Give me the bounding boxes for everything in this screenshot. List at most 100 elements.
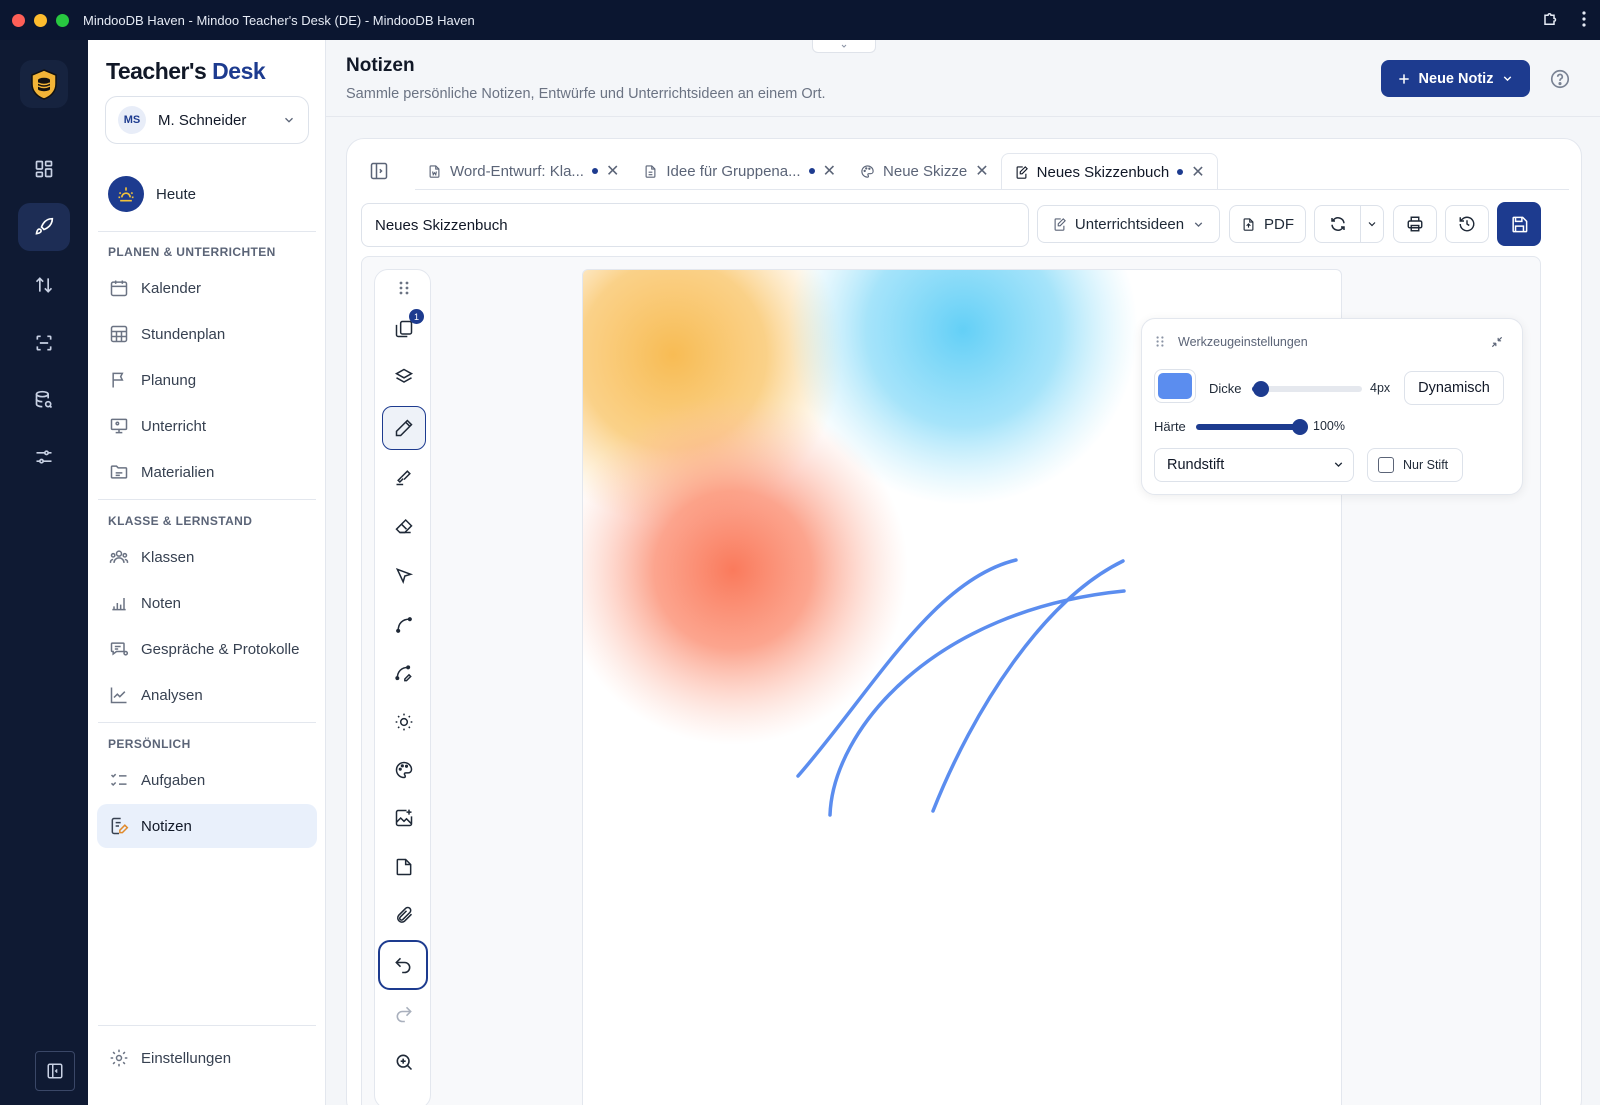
redo-button[interactable] — [382, 992, 426, 1036]
header-divider — [326, 116, 1600, 117]
sun-icon — [395, 713, 413, 731]
sidebar-item-conversations[interactable]: Gespräche & Protokolle — [97, 627, 317, 671]
sidebar-item-label: Klassen — [141, 548, 195, 566]
sidebar-item-lessons[interactable]: Unterricht — [97, 404, 317, 448]
drag-handle-icon[interactable] — [1156, 335, 1164, 353]
attach-tool[interactable] — [382, 893, 426, 937]
pdf-label: PDF — [1264, 215, 1294, 233]
sidebar-item-settings[interactable]: Einstellungen — [97, 1036, 317, 1080]
zoom-window-button[interactable] — [56, 13, 69, 27]
rocket-icon[interactable] — [18, 203, 70, 251]
pull-down-handle[interactable] — [812, 40, 876, 53]
database-search-icon[interactable] — [18, 376, 70, 424]
sunrise-icon — [108, 176, 144, 212]
bar-chart-icon — [112, 598, 126, 611]
layers-icon — [394, 368, 414, 383]
print-button[interactable] — [1393, 205, 1437, 243]
tab-new-sketchbook[interactable]: Neues Skizzenbuch ✕ — [1000, 153, 1218, 190]
page-title: Notizen — [346, 55, 415, 76]
help-icon[interactable] — [1549, 68, 1571, 90]
sync-options-button[interactable] — [1361, 206, 1383, 242]
extension-icon[interactable] — [1542, 10, 1560, 28]
plus-icon — [1398, 73, 1409, 84]
drag-handle-icon[interactable] — [382, 273, 426, 303]
close-tab-icon[interactable]: ✕ — [606, 161, 619, 181]
pen-tool[interactable] — [382, 406, 426, 450]
tool-settings-panel: Werkzeugeinstellungen Dicke 4px Dynamisc… — [1141, 318, 1523, 495]
pencil-icon — [395, 419, 413, 437]
sidebar-item-materials[interactable]: Materialien — [97, 450, 317, 494]
brush-select[interactable]: Rundstift — [1154, 448, 1354, 482]
sidebar-item-planning[interactable]: Planung — [97, 358, 317, 402]
note-name-input[interactable] — [361, 203, 1029, 247]
pen-only-checkbox[interactable]: Nur Stift — [1367, 448, 1463, 482]
app-rail — [0, 40, 88, 1105]
close-window-button[interactable] — [12, 13, 25, 27]
close-tab-icon[interactable]: ✕ — [1191, 162, 1204, 182]
title-bar: MindooDB Haven - Mindoo Teacher's Desk (… — [0, 0, 1600, 40]
category-select[interactable]: Unterrichtsideen — [1037, 205, 1220, 243]
sidebar-item-analytics[interactable]: Analysen — [97, 673, 317, 717]
tab-new-sketch[interactable]: Neue Skizze ✕ — [848, 153, 1001, 189]
collapse-sidebar-button[interactable] — [35, 1051, 75, 1091]
tab-group-idea[interactable]: Idee für Gruppena... ✕ — [631, 153, 848, 189]
layers-tool[interactable] — [382, 355, 426, 399]
timetable-icon — [110, 325, 128, 343]
checkbox-box[interactable] — [1378, 457, 1394, 473]
scan-icon[interactable] — [18, 319, 70, 367]
sidebar-item-today[interactable]: Heute — [108, 176, 196, 212]
pages-tool[interactable]: 1 — [382, 307, 426, 351]
toggle-panel-icon[interactable] — [369, 161, 389, 186]
sidebar-item-tasks[interactable]: Aufgaben — [97, 758, 317, 802]
history-button[interactable] — [1445, 205, 1489, 243]
pen-only-label: Nur Stift — [1403, 458, 1449, 472]
zoom-in-button[interactable] — [382, 1040, 426, 1084]
sidebar-item-notes[interactable]: Notizen — [97, 804, 317, 848]
document-icon — [645, 164, 656, 178]
sync-arrows-icon[interactable] — [18, 261, 70, 309]
thickness-slider[interactable] — [1252, 381, 1362, 397]
flag-icon — [112, 372, 124, 388]
minimize-icon[interactable] — [1490, 335, 1504, 354]
sidebar-item-timetable[interactable]: Stundenplan — [97, 312, 317, 356]
sidebar-item-label: Materialien — [141, 463, 215, 481]
thickness-knob[interactable] — [1252, 381, 1269, 397]
dynamic-button[interactable]: Dynamisch — [1404, 371, 1504, 405]
user-switcher[interactable]: MS M. Schneider — [105, 96, 309, 144]
save-button[interactable] — [1497, 202, 1541, 246]
new-note-button[interactable]: Neue Notiz — [1381, 60, 1530, 97]
hardness-slider[interactable] — [1196, 419, 1308, 435]
undo-button[interactable] — [378, 940, 428, 990]
sidebar-item-calendar[interactable]: Kalender — [97, 266, 317, 310]
settings-sliders-icon[interactable] — [18, 433, 70, 481]
sidebar-toggle-icon — [47, 1063, 63, 1079]
sidebar-item-label: Analysen — [141, 686, 203, 704]
close-tab-icon[interactable]: ✕ — [975, 161, 988, 181]
color-tool[interactable] — [382, 748, 426, 792]
curve-tool[interactable] — [382, 603, 426, 647]
close-tab-icon[interactable]: ✕ — [823, 161, 836, 181]
tabs-divider — [415, 189, 1569, 190]
eraser-tool[interactable] — [382, 503, 426, 547]
color-swatch[interactable] — [1154, 369, 1196, 403]
highlighter-tool[interactable] — [382, 455, 426, 499]
sidebar-item-classes[interactable]: Klassen — [97, 535, 317, 579]
calendar-icon — [110, 280, 128, 297]
curve-edit-tool[interactable] — [382, 652, 426, 696]
sidebar-item-label: Aufgaben — [141, 771, 206, 789]
more-menu-icon[interactable] — [1582, 11, 1586, 27]
highlighter-icon — [396, 470, 411, 486]
export-pdf-button[interactable]: PDF — [1229, 205, 1306, 243]
tab-word-draft[interactable]: Word-Entwurf: Kla... ✕ — [415, 153, 631, 189]
hardness-knob[interactable] — [1292, 419, 1308, 435]
minimize-window-button[interactable] — [34, 13, 47, 27]
dashboard-icon[interactable] — [18, 145, 70, 193]
sidebar-item-grades[interactable]: Noten — [97, 581, 317, 625]
insert-image-tool[interactable] — [382, 796, 426, 840]
sticky-note-tool[interactable] — [382, 845, 426, 889]
sync-button[interactable] — [1315, 206, 1361, 242]
sidebar: Teacher's Desk MS M. Schneider Heute PLA… — [88, 40, 326, 1105]
select-tool[interactable] — [382, 554, 426, 598]
effects-tool[interactable] — [382, 700, 426, 744]
chevron-down-icon — [1194, 221, 1203, 227]
